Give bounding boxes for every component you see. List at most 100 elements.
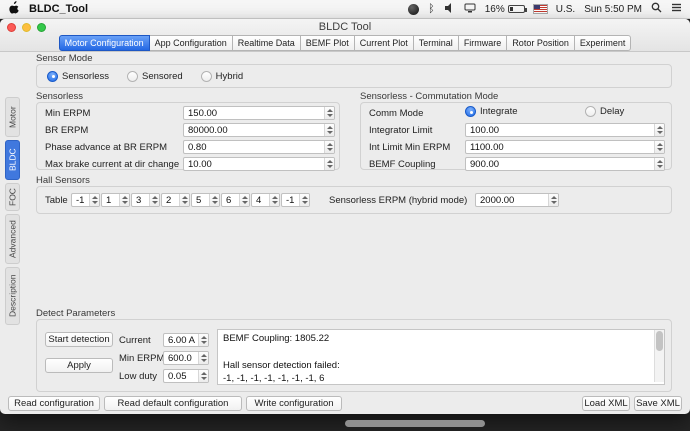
- siri-icon[interactable]: [408, 4, 419, 15]
- notification-center-icon[interactable]: [671, 3, 682, 15]
- detect-low-duty-label: Low duty: [119, 371, 157, 382]
- detect-low-duty-spinbox[interactable]: 0.05: [163, 369, 209, 383]
- side-tab-foc[interactable]: FOC: [5, 183, 20, 211]
- min-erpm-spinbox[interactable]: 150.00: [183, 106, 335, 120]
- tab-experiment[interactable]: Experiment: [575, 35, 632, 51]
- spinner-arrows[interactable]: [149, 194, 159, 206]
- hall-table-spinbox-6[interactable]: 4: [251, 193, 280, 207]
- spotlight-icon[interactable]: [651, 2, 662, 16]
- write-configuration-button[interactable]: Write configuration: [246, 396, 342, 411]
- hall-table-spinbox-1[interactable]: 1: [101, 193, 130, 207]
- spinner-arrows[interactable]: [89, 194, 99, 206]
- radio-integrate[interactable]: Integrate: [465, 106, 518, 117]
- tab-terminal[interactable]: Terminal: [414, 35, 459, 51]
- spinner-arrows[interactable]: [198, 352, 208, 364]
- side-tab-advanced[interactable]: Advanced: [5, 214, 20, 264]
- desktop-scrollbar[interactable]: [345, 420, 485, 427]
- load-xml-button[interactable]: Load XML: [582, 396, 630, 411]
- side-tab-description[interactable]: Description: [5, 267, 20, 325]
- titlebar[interactable]: BLDC Tool Motor Configuration App Config…: [0, 19, 690, 52]
- spinner-arrows[interactable]: [654, 141, 664, 153]
- display-icon[interactable]: [464, 3, 476, 16]
- spinner-arrows[interactable]: [299, 194, 309, 206]
- bemf-coupling-label: BEMF Coupling: [369, 159, 436, 170]
- spinner-arrows[interactable]: [548, 194, 558, 206]
- save-xml-button[interactable]: Save XML: [634, 396, 682, 411]
- int-limit-min-erpm-spinbox[interactable]: 1100.00: [465, 140, 665, 154]
- max-brake-current-spinbox[interactable]: 10.00: [183, 157, 335, 171]
- spinner-arrows[interactable]: [269, 194, 279, 206]
- us-flag-icon[interactable]: [534, 5, 547, 13]
- spinner-arrows[interactable]: [198, 334, 208, 346]
- phase-advance-spinbox[interactable]: 0.80: [183, 140, 335, 154]
- spinner-arrows[interactable]: [324, 141, 334, 153]
- hall-table-spinbox-2[interactable]: 3: [131, 193, 160, 207]
- spinner-arrows[interactable]: [654, 124, 664, 136]
- menubar-clock[interactable]: Sun 5:50 PM: [584, 4, 642, 15]
- sensor-mode-group: Sensorless Sensored Hybrid: [36, 64, 672, 88]
- hall-table-spinbox-3[interactable]: 2: [161, 193, 190, 207]
- commutation-group: Comm Mode Integrate Delay Integrator Lim…: [360, 102, 672, 170]
- hall-table-label: Table: [45, 195, 68, 206]
- br-erpm-spinbox[interactable]: 80000.00: [183, 123, 335, 137]
- tab-app-configuration[interactable]: App Configuration: [150, 35, 233, 51]
- br-erpm-label: BR ERPM: [45, 125, 88, 136]
- read-configuration-button[interactable]: Read configuration: [8, 396, 100, 411]
- side-tab-bldc[interactable]: BLDC: [5, 140, 20, 180]
- detect-parameters-group: Start detection Apply Current 6.00 A Min…: [36, 319, 672, 392]
- app-menu-bldc-tool[interactable]: BLDC_Tool: [29, 3, 88, 15]
- min-erpm-label: Min ERPM: [45, 108, 90, 119]
- tab-rotor-position[interactable]: Rotor Position: [507, 35, 575, 51]
- radio-hybrid[interactable]: Hybrid: [201, 71, 243, 82]
- tab-firmware[interactable]: Firmware: [459, 35, 508, 51]
- detect-parameters-title: Detect Parameters: [36, 308, 115, 319]
- spinner-arrows[interactable]: [179, 194, 189, 206]
- apple-menu-icon[interactable]: [8, 1, 19, 17]
- radio-sensored[interactable]: Sensored: [127, 71, 183, 82]
- hall-table-spinbox-0[interactable]: -1: [71, 193, 100, 207]
- spinner-arrows[interactable]: [654, 158, 664, 170]
- radio-delay[interactable]: Delay: [585, 106, 624, 117]
- hall-table-spinbox-7[interactable]: -1: [281, 193, 310, 207]
- battery-percent-label: 16%: [485, 4, 505, 15]
- bemf-coupling-spinbox[interactable]: 900.00: [465, 157, 665, 171]
- integrator-limit-spinbox[interactable]: 100.00: [465, 123, 665, 137]
- read-default-configuration-button[interactable]: Read default configuration: [104, 396, 242, 411]
- int-limit-min-erpm-label: Int Limit Min ERPM: [369, 142, 450, 153]
- commutation-title: Sensorless - Commutation Mode: [360, 91, 498, 102]
- spinner-arrows[interactable]: [324, 158, 334, 170]
- spinner-arrows[interactable]: [209, 194, 219, 206]
- input-source-label[interactable]: U.S.: [556, 4, 575, 15]
- tab-motor-configuration[interactable]: Motor Configuration: [59, 35, 150, 51]
- apply-button[interactable]: Apply: [45, 358, 113, 373]
- spinner-arrows[interactable]: [324, 124, 334, 136]
- tab-realtime-data[interactable]: Realtime Data: [233, 35, 301, 51]
- detect-current-spinbox[interactable]: 6.00 A: [163, 333, 209, 347]
- start-detection-button[interactable]: Start detection: [45, 332, 113, 347]
- detect-output-scrollbar[interactable]: [654, 330, 664, 382]
- hall-sensors-title: Hall Sensors: [36, 175, 90, 186]
- hybrid-erpm-spinbox[interactable]: 2000.00: [475, 193, 559, 207]
- spinner-arrows[interactable]: [239, 194, 249, 206]
- hall-table-spinbox-4[interactable]: 5: [191, 193, 220, 207]
- detect-min-erpm-label: Min ERPM: [119, 353, 164, 364]
- spinner-arrows[interactable]: [198, 370, 208, 382]
- tab-bemf-plot[interactable]: BEMF Plot: [301, 35, 355, 51]
- window-title: BLDC Tool: [0, 21, 690, 33]
- battery-indicator[interactable]: 16%: [485, 4, 525, 15]
- volume-icon[interactable]: [444, 3, 455, 16]
- bluetooth-icon[interactable]: ᛒ: [428, 3, 435, 15]
- hybrid-erpm-label: Sensorless ERPM (hybrid mode): [329, 195, 467, 206]
- radio-sensorless[interactable]: Sensorless: [47, 71, 109, 82]
- spinner-arrows[interactable]: [119, 194, 129, 206]
- side-tab-motor[interactable]: Motor: [5, 97, 20, 137]
- detect-current-label: Current: [119, 335, 151, 346]
- phase-advance-label: Phase advance at BR ERPM: [45, 142, 167, 153]
- spinner-arrows[interactable]: [324, 107, 334, 119]
- hall-table-spinbox-5[interactable]: 6: [221, 193, 250, 207]
- main-tab-bar: Motor Configuration App Configuration Re…: [0, 34, 690, 51]
- max-brake-current-label: Max brake current at dir change: [45, 159, 179, 170]
- battery-icon: [508, 5, 525, 13]
- detect-min-erpm-spinbox[interactable]: 600.0: [163, 351, 209, 365]
- tab-current-plot[interactable]: Current Plot: [355, 35, 414, 51]
